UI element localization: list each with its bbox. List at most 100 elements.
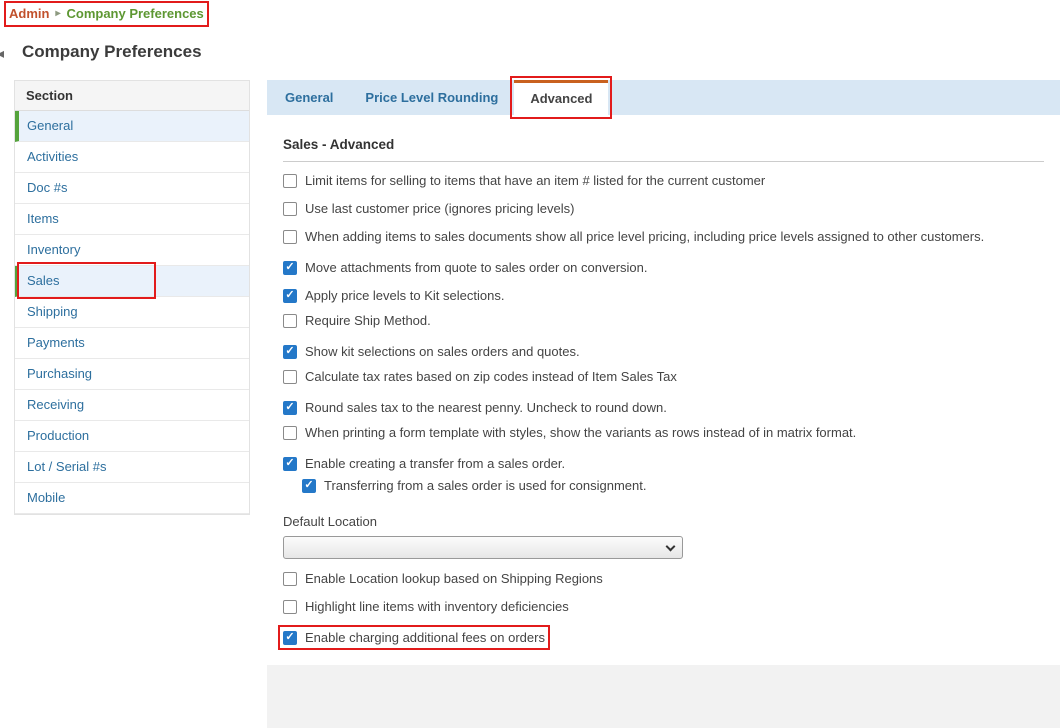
- tab-bar: General Price Level Rounding Advanced: [267, 76, 1060, 119]
- checkbox-option: Use last customer price (ignores pricing…: [283, 201, 574, 216]
- checkbox-row: Use last customer price (ignores pricing…: [283, 201, 1044, 218]
- divider: [283, 161, 1044, 162]
- default-location-label: Default Location: [283, 514, 377, 529]
- sidebar-item-label: Payments: [27, 335, 85, 350]
- chevron-down-icon: [665, 541, 676, 551]
- checkbox-label: Limit items for selling to items that ha…: [305, 173, 766, 188]
- checkbox-label: Show kit selections on sales orders and …: [305, 344, 580, 359]
- checkbox-option: Require Ship Method.: [283, 313, 431, 328]
- checkbox-unchecked[interactable]: [283, 425, 297, 440]
- breadcrumb-current: Company Preferences: [66, 6, 204, 21]
- checkbox-row: ✓ Round sales tax to the nearest penny. U…: [283, 397, 1044, 415]
- checkbox-row: Calculate tax rates based on zip codes i…: [283, 369, 1044, 386]
- checkbox-option: ✓ Enable creating a transfer from a sales…: [283, 456, 565, 471]
- checkbox-label: Apply price levels to Kit selections.: [305, 288, 505, 303]
- checkbox-row: ✓ Enable charging additional fees on orde…: [278, 625, 1044, 650]
- sidebar-item-label: Sales: [27, 273, 60, 288]
- sidebar-item-general[interactable]: General: [15, 111, 249, 142]
- checkbox-row: ✓ Transferring from a sales order is used…: [302, 475, 1044, 493]
- checkbox-label: Enable creating a transfer from a sales …: [305, 456, 566, 471]
- checkbox-label: When adding items to sales documents sho…: [305, 229, 985, 244]
- sidebar-item-label: Doc #s: [27, 180, 68, 195]
- collapse-sidebar-icon[interactable]: ◂: [0, 45, 4, 62]
- sidebar-item-purchasing[interactable]: Purchasing: [15, 359, 249, 390]
- checkbox-label: Enable charging additional fees on order…: [305, 630, 545, 645]
- checkbox-row: ✓ Enable creating a transfer from a sales…: [283, 453, 1044, 471]
- checkbox-option: When printing a form template with style…: [283, 425, 856, 440]
- main-panel: General Price Level Rounding Advanced Sale…: [267, 76, 1060, 728]
- sidebar-item-doc-s[interactable]: Doc #s: [15, 173, 249, 204]
- checkbox-checked[interactable]: ✓: [283, 630, 297, 645]
- sidebar-item-payments[interactable]: Payments: [15, 328, 249, 359]
- checkbox-label: Use last customer price (ignores pricing…: [305, 201, 575, 216]
- sidebar-item-label: Receiving: [27, 397, 85, 412]
- checkbox-option: ✓ Apply price levels to Kit selections.: [283, 288, 504, 303]
- breadcrumb-separator-icon: ▸: [55, 8, 61, 19]
- checkbox-row: When adding items to sales documents sho…: [283, 229, 1044, 246]
- breadcrumb-admin-link[interactable]: Admin: [9, 6, 49, 22]
- checkbox-label: Highlight line items with inventory defi…: [305, 599, 569, 614]
- tab-advanced[interactable]: Advanced: [510, 76, 613, 119]
- sidebar-item-inventory[interactable]: Inventory: [15, 235, 249, 266]
- sidebar-item-mobile[interactable]: Mobile: [15, 483, 249, 514]
- tab-price-level-rounding[interactable]: Price Level Rounding: [349, 80, 514, 115]
- checkbox-row: Limit items for selling to items that ha…: [283, 173, 1044, 190]
- sidebar-item-label: Purchasing: [27, 366, 93, 381]
- sidebar-item-receiving[interactable]: Receiving: [15, 390, 249, 421]
- sidebar-item-sales[interactable]: Sales: [15, 262, 249, 299]
- checkbox-label: When printing a form template with style…: [305, 425, 857, 440]
- default-location-block: Default Location: [283, 514, 1044, 559]
- checkbox-option: When adding items to sales documents sho…: [283, 229, 984, 244]
- sidebar-item-label: Mobile: [27, 490, 66, 505]
- sidebar-item-label: Activities: [27, 149, 79, 164]
- sidebar: Section General Activities Doc #s Items Inve…: [14, 80, 250, 515]
- checkbox-row: Enable Location lookup based on Shipping…: [283, 571, 1044, 588]
- checkbox-label: Enable Location lookup based on Shipping…: [305, 571, 603, 586]
- checkbox-unchecked[interactable]: [283, 201, 297, 216]
- checkbox-unchecked[interactable]: [283, 571, 297, 586]
- checkbox-checked[interactable]: ✓: [283, 260, 297, 275]
- sidebar-item-activities[interactable]: Activities: [15, 142, 249, 173]
- sidebar-item-label: Items: [27, 211, 59, 226]
- checkbox-row: Highlight line items with inventory defi…: [283, 599, 1044, 616]
- tab-general[interactable]: General: [269, 80, 349, 115]
- checkbox-row: ✓ Show kit selections on sales orders and…: [283, 341, 1044, 359]
- checkbox-checked[interactable]: ✓: [283, 344, 297, 359]
- checkbox-option: ✓ Transferring from a sales order is used…: [302, 478, 647, 493]
- sidebar-item-lot-serial-s[interactable]: Lot / Serial #s: [15, 452, 249, 483]
- checkbox-row: Require Ship Method.: [283, 313, 1044, 330]
- checkbox-unchecked[interactable]: [283, 229, 297, 244]
- sidebar-item-label: Production: [27, 428, 90, 443]
- checkbox-checked[interactable]: ✓: [302, 478, 316, 493]
- sidebar-item-label: Lot / Serial #s: [27, 459, 107, 474]
- checkbox-unchecked[interactable]: [283, 369, 297, 384]
- checkbox-unchecked[interactable]: [283, 599, 297, 614]
- checkbox-option: Enable Location lookup based on Shipping…: [283, 571, 603, 586]
- checkbox-unchecked[interactable]: [283, 173, 297, 188]
- sidebar-item-label: General: [27, 118, 74, 133]
- checkbox-option: ✓ Round sales tax to the nearest penny. U…: [283, 400, 667, 415]
- checkbox-option: Highlight line items with inventory defi…: [283, 599, 569, 614]
- checkbox-label: Round sales tax to the nearest penny. Un…: [305, 400, 667, 415]
- checkbox-checked[interactable]: ✓: [283, 400, 297, 415]
- checkbox-row: When printing a form template with style…: [283, 425, 1044, 442]
- sidebar-header: Section: [15, 81, 249, 111]
- checkbox-option: ✓ Move attachments from quote to sales or…: [283, 260, 648, 275]
- checkbox-label: Move attachments from quote to sales ord…: [305, 260, 648, 275]
- checkbox-row: ✓ Move attachments from quote to sales or…: [283, 257, 1044, 275]
- checkbox-label: Calculate tax rates based on zip codes i…: [305, 369, 677, 384]
- checkbox-option: Limit items for selling to items that ha…: [283, 173, 765, 188]
- sidebar-item-production[interactable]: Production: [15, 421, 249, 452]
- tab-content: Sales - Advanced Limit items for selling…: [267, 115, 1060, 665]
- checkbox-label: Transferring from a sales order is used …: [324, 478, 647, 493]
- default-location-select[interactable]: [283, 536, 683, 559]
- section-heading: Sales - Advanced: [283, 137, 395, 152]
- checkbox-checked[interactable]: ✓: [283, 456, 297, 471]
- checkbox-option: ✓ Show kit selections on sales orders and…: [283, 344, 580, 359]
- checkbox-group-top: Limit items for selling to items that ha…: [283, 173, 1044, 493]
- sidebar-item-items[interactable]: Items: [15, 204, 249, 235]
- checkbox-unchecked[interactable]: [283, 313, 297, 328]
- sidebar-list: General Activities Doc #s Items Inventory Sal…: [15, 111, 249, 514]
- sidebar-item-shipping[interactable]: Shipping: [15, 297, 249, 328]
- checkbox-checked[interactable]: ✓: [283, 288, 297, 303]
